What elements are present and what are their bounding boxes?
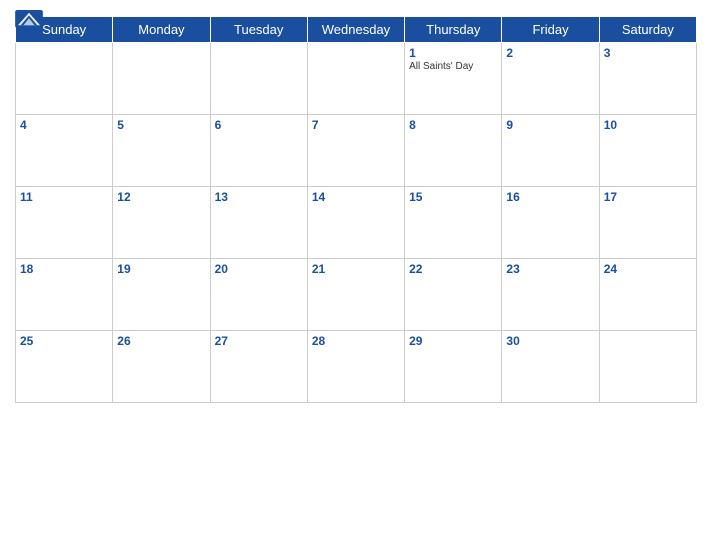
calendar-cell: 11 xyxy=(16,187,113,259)
day-number: 19 xyxy=(117,262,205,276)
calendar-cell: 25 xyxy=(16,331,113,403)
calendar-cell: 8 xyxy=(405,115,502,187)
day-number: 29 xyxy=(409,334,497,348)
calendar-cell: 13 xyxy=(210,187,307,259)
day-number: 3 xyxy=(604,46,692,60)
calendar-cell: 19 xyxy=(113,259,210,331)
day-number: 27 xyxy=(215,334,303,348)
week-row-1: 1All Saints' Day 23 xyxy=(16,43,697,115)
calendar-cell: 29 xyxy=(405,331,502,403)
calendar-cell: 28 xyxy=(307,331,404,403)
calendar-cell: 10 xyxy=(599,115,696,187)
calendar-cell: 4 xyxy=(16,115,113,187)
day-number: 21 xyxy=(312,262,400,276)
calendar-cell xyxy=(16,43,113,115)
calendar-cell: 30 xyxy=(502,331,599,403)
calendar-table: SundayMondayTuesdayWednesdayThursdayFrid… xyxy=(15,16,697,403)
calendar-cell: 14 xyxy=(307,187,404,259)
calendar-cell: 12 xyxy=(113,187,210,259)
day-number: 13 xyxy=(215,190,303,204)
day-event: All Saints' Day xyxy=(409,61,497,72)
day-number: 9 xyxy=(506,118,594,132)
calendar-cell: 5 xyxy=(113,115,210,187)
day-number: 15 xyxy=(409,190,497,204)
weekday-header-saturday: Saturday xyxy=(599,17,696,43)
weekday-header-friday: Friday xyxy=(502,17,599,43)
day-number: 2 xyxy=(506,46,594,60)
calendar-cell xyxy=(210,43,307,115)
calendar-cell: 23 xyxy=(502,259,599,331)
day-number: 16 xyxy=(506,190,594,204)
calendar-cell: 20 xyxy=(210,259,307,331)
calendar-cell xyxy=(113,43,210,115)
day-number: 22 xyxy=(409,262,497,276)
day-number: 8 xyxy=(409,118,497,132)
calendar-cell: 26 xyxy=(113,331,210,403)
day-number: 4 xyxy=(20,118,108,132)
day-number: 17 xyxy=(604,190,692,204)
day-number: 26 xyxy=(117,334,205,348)
weekday-header-thursday: Thursday xyxy=(405,17,502,43)
day-number: 24 xyxy=(604,262,692,276)
calendar-cell: 15 xyxy=(405,187,502,259)
weekday-header-tuesday: Tuesday xyxy=(210,17,307,43)
day-number: 18 xyxy=(20,262,108,276)
week-row-5: 25 26 27 28 29 30 xyxy=(16,331,697,403)
calendar-body: 1All Saints' Day234567891011121314151617… xyxy=(16,43,697,403)
day-number: 7 xyxy=(312,118,400,132)
week-row-4: 18 19 20 21 22 23 24 xyxy=(16,259,697,331)
calendar-cell: 21 xyxy=(307,259,404,331)
calendar-container: SundayMondayTuesdayWednesdayThursdayFrid… xyxy=(0,0,712,550)
day-number: 20 xyxy=(215,262,303,276)
calendar-cell: 22 xyxy=(405,259,502,331)
weekday-header-wednesday: Wednesday xyxy=(307,17,404,43)
calendar-cell: 6 xyxy=(210,115,307,187)
logo xyxy=(15,10,43,29)
week-row-3: 11 12 13 14 15 16 17 xyxy=(16,187,697,259)
calendar-cell xyxy=(599,331,696,403)
calendar-cell xyxy=(307,43,404,115)
calendar-cell: 16 xyxy=(502,187,599,259)
calendar-cell: 18 xyxy=(16,259,113,331)
day-number: 30 xyxy=(506,334,594,348)
calendar-cell: 27 xyxy=(210,331,307,403)
day-number: 28 xyxy=(312,334,400,348)
day-number: 12 xyxy=(117,190,205,204)
day-number: 25 xyxy=(20,334,108,348)
week-row-2: 456789 10 xyxy=(16,115,697,187)
calendar-cell: 2 xyxy=(502,43,599,115)
calendar-cell: 7 xyxy=(307,115,404,187)
calendar-cell: 9 xyxy=(502,115,599,187)
day-number: 10 xyxy=(604,118,692,132)
day-number: 23 xyxy=(506,262,594,276)
day-number: 6 xyxy=(215,118,303,132)
calendar-cell: 24 xyxy=(599,259,696,331)
calendar-cell: 17 xyxy=(599,187,696,259)
day-number: 11 xyxy=(20,190,108,204)
logo-icon xyxy=(15,10,43,28)
calendar-header-row: SundayMondayTuesdayWednesdayThursdayFrid… xyxy=(16,17,697,43)
day-number: 14 xyxy=(312,190,400,204)
day-number: 1 xyxy=(409,46,497,60)
calendar-cell: 1All Saints' Day xyxy=(405,43,502,115)
weekday-header-monday: Monday xyxy=(113,17,210,43)
day-number: 5 xyxy=(117,118,205,132)
calendar-cell: 3 xyxy=(599,43,696,115)
